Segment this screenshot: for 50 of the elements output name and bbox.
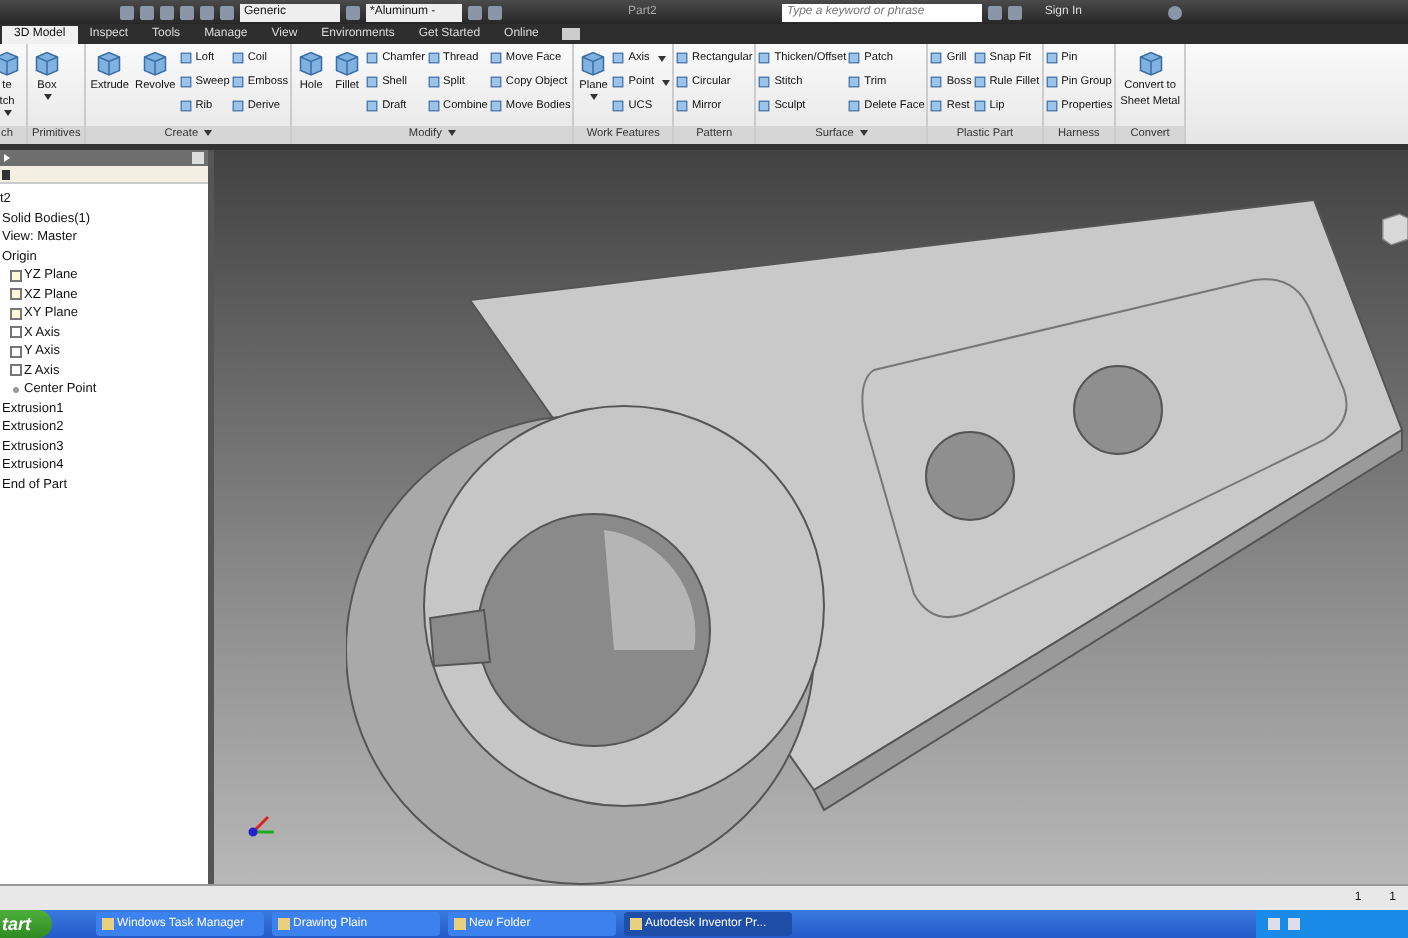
square-icon <box>973 52 986 64</box>
square-icon <box>612 100 625 112</box>
square-icon <box>1045 76 1058 88</box>
square-icon <box>973 100 986 112</box>
square-icon <box>179 76 192 88</box>
window-icon <box>453 918 466 930</box>
square-icon <box>930 76 943 88</box>
square-icon <box>930 52 943 64</box>
square-icon <box>758 100 771 112</box>
square-icon <box>1045 100 1058 112</box>
square-icon <box>231 76 244 88</box>
square-icon <box>848 100 861 112</box>
square-icon <box>366 100 379 112</box>
start-button[interactable]: tart <box>0 910 52 938</box>
cube-icon <box>578 48 609 78</box>
view-cube-icon[interactable] <box>1380 210 1408 246</box>
cube-icon <box>296 48 327 78</box>
cube-icon <box>140 48 171 78</box>
window-icon <box>629 918 642 930</box>
square-icon <box>758 76 771 88</box>
cube-icon <box>0 48 22 78</box>
square-icon <box>930 100 943 112</box>
square-icon <box>366 52 379 64</box>
square-icon <box>489 100 502 112</box>
cube-icon <box>332 48 363 78</box>
square-icon <box>758 52 771 64</box>
cube-icon <box>94 48 125 78</box>
square-icon <box>612 52 625 64</box>
square-icon <box>489 52 502 64</box>
cube-icon <box>32 48 62 78</box>
square-icon <box>179 52 192 64</box>
square-icon <box>427 100 440 112</box>
square-icon <box>427 76 440 88</box>
window-icon <box>101 918 114 930</box>
cube-icon <box>1135 48 1166 78</box>
square-icon <box>676 76 689 88</box>
square-icon <box>973 76 986 88</box>
square-icon <box>231 52 244 64</box>
square-icon <box>612 76 625 88</box>
square-icon <box>676 52 689 64</box>
square-icon <box>1045 52 1058 64</box>
square-icon <box>489 76 502 88</box>
square-icon <box>676 100 689 112</box>
square-icon <box>848 52 861 64</box>
square-icon <box>366 76 379 88</box>
square-icon <box>179 100 192 112</box>
window-icon <box>277 918 290 930</box>
square-icon <box>848 76 861 88</box>
square-icon <box>231 100 244 112</box>
square-icon <box>427 52 440 64</box>
